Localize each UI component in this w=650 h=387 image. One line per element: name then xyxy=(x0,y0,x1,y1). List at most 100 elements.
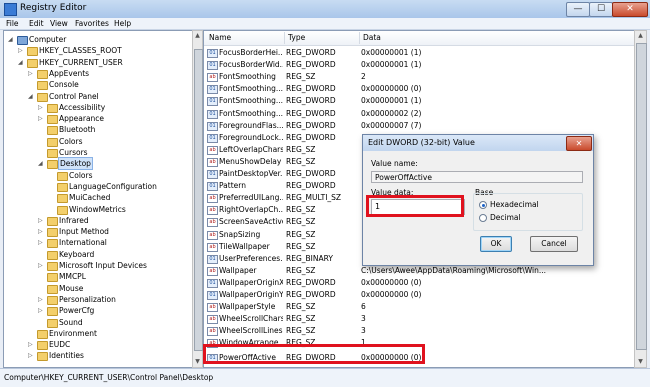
list-row[interactable]: 01 FontSmoothing... REG_DWORD 0x00000001 (1… xyxy=(204,95,634,107)
list-row[interactable]: ab FontSmoothing REG_SZ 2 xyxy=(204,71,634,83)
expand-toggle-icon[interactable]: ▷ xyxy=(28,68,35,79)
list-scroll-down-icon[interactable]: ▼ xyxy=(635,357,646,367)
expand-toggle-icon[interactable]: ▷ xyxy=(38,113,45,124)
expand-toggle-icon[interactable] xyxy=(48,181,55,192)
binary-value-icon: 01 xyxy=(207,97,218,107)
expand-toggle-icon[interactable]: ▷ xyxy=(38,294,45,305)
menu-help[interactable]: Help xyxy=(114,18,131,29)
tree-scroll-up-icon[interactable]: ▲ xyxy=(193,31,202,41)
tree-node-label: International xyxy=(59,238,107,248)
cell-type: REG_SZ xyxy=(286,241,316,251)
list-row[interactable]: 01 WallpaperOriginX REG_DWORD 0x00000000 (0… xyxy=(204,277,634,288)
decimal-label[interactable]: Decimal xyxy=(490,213,521,222)
list-row[interactable]: 01 WallpaperOriginY REG_DWORD 0x00000000 (0… xyxy=(204,289,634,300)
expand-toggle-icon[interactable] xyxy=(48,170,55,181)
expand-toggle-icon[interactable]: ▷ xyxy=(38,215,45,226)
cell-type: REG_DWORD xyxy=(286,84,336,94)
tree-node-label: Computer xyxy=(29,35,67,44)
expand-toggle-icon[interactable]: ◢ xyxy=(28,91,35,102)
expand-toggle-icon[interactable] xyxy=(38,124,45,135)
expand-toggle-icon[interactable] xyxy=(38,249,45,260)
list-row[interactable]: ab WheelScrollChars REG_SZ 3 xyxy=(204,313,634,325)
list-row[interactable]: ab WheelScrollLines REG_SZ 3 xyxy=(204,325,634,337)
expand-toggle-icon[interactable]: ◢ xyxy=(18,57,25,68)
expand-toggle-icon[interactable] xyxy=(38,283,45,294)
minimize-button[interactable]: — xyxy=(566,2,590,17)
registry-tree[interactable]: ◢ Computer ▷ HKEY_CLASSES_ROOT ◢ HKEY_CURRENT… xyxy=(3,30,193,368)
expand-toggle-icon[interactable]: ▷ xyxy=(38,237,45,248)
expand-toggle-icon[interactable]: ▷ xyxy=(38,260,45,271)
expand-toggle-icon[interactable] xyxy=(38,147,45,158)
list-row[interactable]: 01 FocusBorderHei... REG_DWORD 0x00000001 (… xyxy=(204,47,634,58)
list-row[interactable]: ab Wallpaper REG_SZ C:\Users\Awee\AppData\R… xyxy=(204,265,634,276)
string-value-icon: ab xyxy=(207,157,218,167)
folder-icon xyxy=(47,228,58,238)
binary-value-icon: 01 xyxy=(207,291,218,300)
cell-data: 2 xyxy=(361,72,366,82)
expand-toggle-icon[interactable] xyxy=(48,192,55,203)
cell-name: SnapSizing xyxy=(219,229,261,239)
folder-icon xyxy=(57,182,68,192)
expand-toggle-icon[interactable] xyxy=(28,79,35,90)
expand-toggle-icon[interactable]: ▷ xyxy=(28,350,35,361)
list-scroll-up-icon[interactable]: ▲ xyxy=(635,31,646,41)
list-row[interactable]: 01 FontSmoothing... REG_DWORD 0x00000002 (2… xyxy=(204,108,634,119)
expand-toggle-icon[interactable]: ▷ xyxy=(38,226,45,237)
menu-view[interactable]: View xyxy=(50,18,68,29)
ok-button[interactable]: OK xyxy=(480,236,512,252)
expand-toggle-icon[interactable]: ▷ xyxy=(38,305,45,316)
column-name-header[interactable]: Name xyxy=(209,33,231,42)
column-divider[interactable] xyxy=(284,32,285,44)
folder-icon xyxy=(57,205,68,215)
expand-toggle-icon[interactable] xyxy=(48,204,55,215)
tree-scroll-thumb[interactable] xyxy=(194,49,203,351)
list-row[interactable]: ab WallpaperStyle REG_SZ 6 xyxy=(204,301,634,313)
menu-favorites[interactable]: Favorites xyxy=(75,18,109,29)
cell-data: 0x00000001 (1) xyxy=(361,48,422,57)
binary-value-icon: 01 xyxy=(207,170,218,179)
decimal-radio[interactable] xyxy=(479,214,487,222)
dialog-close-button[interactable]: ✕ xyxy=(566,136,592,151)
folder-icon xyxy=(47,284,58,294)
expand-toggle-icon[interactable]: ▷ xyxy=(38,102,45,113)
menu-file[interactable]: File xyxy=(6,18,19,29)
cell-type: REG_DWORD xyxy=(286,60,336,70)
tree-node-label: Input Method xyxy=(59,227,109,237)
column-type-header[interactable]: Type xyxy=(288,33,305,42)
expand-toggle-icon[interactable] xyxy=(38,271,45,282)
tree-scroll-down-icon[interactable]: ▼ xyxy=(193,357,202,367)
list-row[interactable]: 01 FocusBorderWid... REG_DWORD 0x00000001 (… xyxy=(204,59,634,71)
list-row[interactable]: 01 FontSmoothing... REG_DWORD 0x00000000 (0… xyxy=(204,83,634,95)
cell-data: 0x00000001 (1) xyxy=(361,96,422,106)
cancel-button[interactable]: Cancel xyxy=(530,236,578,252)
registry-editor-window: Registry Editor — ☐ ✕ File Edit View Fav… xyxy=(0,0,650,387)
folder-icon xyxy=(57,194,68,204)
cell-type: REG_DWORD xyxy=(286,108,336,118)
cell-data: 3 xyxy=(361,326,366,336)
folder-icon xyxy=(47,295,58,305)
cell-name: WallpaperOriginY xyxy=(219,290,283,299)
expand-toggle-icon[interactable]: ◢ xyxy=(38,158,45,169)
list-scroll-thumb[interactable] xyxy=(636,43,647,350)
expand-toggle-icon[interactable]: ◢ xyxy=(8,34,15,45)
list-scrollbar[interactable]: ▲ ▼ xyxy=(634,30,647,368)
column-divider[interactable] xyxy=(359,32,360,44)
list-row[interactable]: 01 ForegroundFlas... REG_DWORD 0x00000007 (… xyxy=(204,120,634,131)
column-data-header[interactable]: Data xyxy=(363,33,381,42)
title-bar: Registry Editor — ☐ ✕ xyxy=(0,0,650,19)
hexadecimal-label[interactable]: Hexadecimal xyxy=(490,200,539,209)
expand-toggle-icon[interactable] xyxy=(38,317,45,328)
menu-edit[interactable]: Edit xyxy=(29,18,44,29)
cell-type: REG_DWORD xyxy=(286,48,336,57)
close-button[interactable]: ✕ xyxy=(612,2,648,17)
expand-toggle-icon[interactable]: ▷ xyxy=(28,339,35,350)
cell-type: REG_DWORD xyxy=(286,181,336,191)
tree-scrollbar[interactable]: ▲ ▼ xyxy=(192,30,203,368)
expand-toggle-icon[interactable]: ▷ xyxy=(18,45,25,56)
expand-toggle-icon[interactable] xyxy=(28,328,35,339)
cell-name: ForegroundFlas... xyxy=(219,120,283,130)
expand-toggle-icon[interactable] xyxy=(38,136,45,147)
maximize-button[interactable]: ☐ xyxy=(589,2,613,17)
folder-icon xyxy=(37,352,48,362)
hexadecimal-radio[interactable] xyxy=(479,201,487,209)
